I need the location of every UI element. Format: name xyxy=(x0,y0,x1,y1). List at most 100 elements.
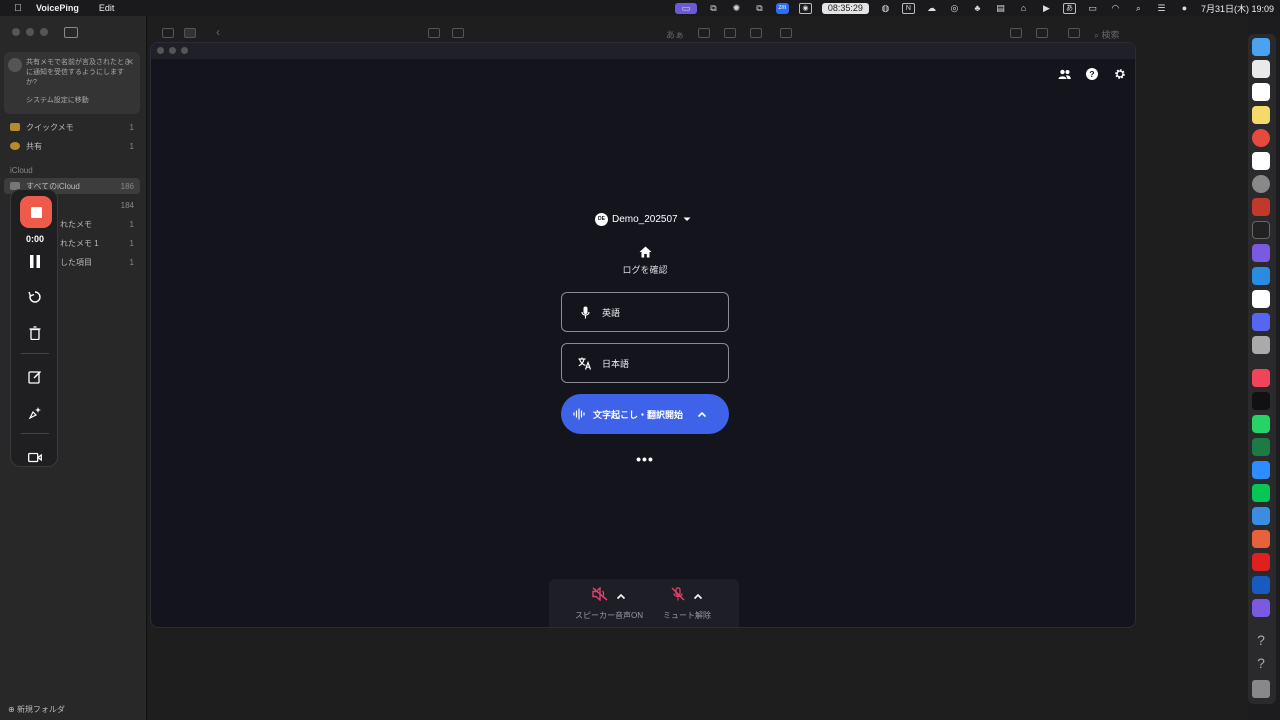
mic-options-button[interactable] xyxy=(693,589,703,603)
evernote-icon[interactable]: ♣ xyxy=(971,3,984,14)
more-options-button[interactable]: ••• xyxy=(629,451,661,467)
close-notice-icon[interactable]: ✕ xyxy=(126,56,134,69)
ai-summary-button[interactable] xyxy=(25,403,45,423)
speaker-options-button[interactable] xyxy=(616,589,626,603)
cloud-sync-icon[interactable]: ☁ xyxy=(925,3,938,14)
voiceping-dock-icon[interactable] xyxy=(1252,244,1270,262)
notes-search-field[interactable]: ⌕ 検索 xyxy=(1094,28,1120,41)
lock-icon[interactable] xyxy=(1036,28,1048,38)
session-selector[interactable]: DE Demo_202507 xyxy=(595,211,692,227)
control-center-icon[interactable]: ☰ xyxy=(1155,3,1168,14)
edit-menu[interactable]: Edit xyxy=(99,3,115,13)
edit-button[interactable] xyxy=(25,367,45,387)
delete-recording-button[interactable] xyxy=(25,323,45,343)
help-button[interactable]: ? xyxy=(1085,67,1099,81)
tag-icon[interactable]: ⌂ xyxy=(1017,3,1030,14)
capture-icon[interactable]: ◉ xyxy=(798,2,812,14)
siri-icon[interactable]: ● xyxy=(1178,3,1191,14)
cast-icon[interactable]: ⧉ xyxy=(753,3,766,14)
apple-menu-icon[interactable]:  xyxy=(8,3,28,14)
discord-icon[interactable] xyxy=(1252,313,1270,331)
start-options-toggle[interactable] xyxy=(697,411,707,418)
notion-icon[interactable]: N xyxy=(901,2,915,14)
voiceping-status-icon[interactable]: ▭ xyxy=(674,2,697,14)
settings-button[interactable] xyxy=(1113,67,1127,81)
gallery-view-icon[interactable] xyxy=(184,28,196,38)
acrobat-icon[interactable] xyxy=(1252,553,1270,571)
restart-button[interactable] xyxy=(25,287,45,307)
system-settings-icon[interactable] xyxy=(1252,175,1270,193)
claude-icon[interactable] xyxy=(1252,530,1270,548)
format-text-button[interactable]: あぁ xyxy=(666,28,684,41)
creative-cloud-icon[interactable]: ◎ xyxy=(948,3,961,14)
screen-share-icon[interactable]: ⧉ xyxy=(707,3,720,14)
unknown-app-2-icon[interactable]: ? xyxy=(1252,655,1270,673)
back-icon[interactable]: ‹ xyxy=(216,25,220,39)
target-language-button[interactable]: 日本語 xyxy=(561,343,729,383)
slack-icon[interactable] xyxy=(1252,152,1270,170)
delete-icon[interactable] xyxy=(428,28,440,38)
pause-button[interactable] xyxy=(25,251,45,271)
calendar-icon[interactable] xyxy=(1252,83,1270,101)
database-icon[interactable] xyxy=(1252,198,1270,216)
notes-app-icon[interactable] xyxy=(1252,106,1270,124)
menubar-date[interactable]: 7月31日(木) 19:09 xyxy=(1201,2,1274,15)
share-icon[interactable] xyxy=(1068,28,1080,38)
line-dock-icon[interactable] xyxy=(1252,484,1270,502)
launchpad-icon[interactable] xyxy=(1252,60,1270,78)
close-window-button[interactable] xyxy=(12,28,20,36)
input-method-icon[interactable]: あ xyxy=(1062,2,1076,14)
chrome-icon[interactable] xyxy=(1252,129,1270,147)
preview-icon[interactable] xyxy=(1252,336,1270,354)
stop-recording-button[interactable] xyxy=(20,196,52,228)
music-icon[interactable] xyxy=(1252,369,1270,387)
new-folder-button[interactable]: ⊕ 新規フォルダ xyxy=(8,704,65,715)
minimize-window-button[interactable] xyxy=(169,47,176,54)
collaborate-icon[interactable] xyxy=(1010,28,1022,38)
vscode-icon[interactable] xyxy=(1252,267,1270,285)
terminal-icon[interactable] xyxy=(1252,221,1270,239)
close-window-button[interactable] xyxy=(157,47,164,54)
word-icon[interactable] xyxy=(1252,576,1270,594)
start-transcription-button[interactable]: 文字起こし・翻訳開始 xyxy=(561,394,729,434)
capcut-icon[interactable] xyxy=(1252,392,1270,410)
zoom-dock-icon[interactable] xyxy=(1252,461,1270,479)
speaker-toggle-button[interactable] xyxy=(592,586,608,604)
zoom-window-button[interactable] xyxy=(181,47,188,54)
cloud-app-icon[interactable] xyxy=(1252,507,1270,525)
media-icon[interactable] xyxy=(780,28,792,38)
minimize-window-button[interactable] xyxy=(26,28,34,36)
zoom-window-button[interactable] xyxy=(40,28,48,36)
excel-icon[interactable] xyxy=(1252,438,1270,456)
participants-button[interactable] xyxy=(1057,67,1071,81)
timer-clock[interactable]: 08:35:29 xyxy=(821,2,869,14)
zoom-icon[interactable]: zm xyxy=(775,2,789,14)
view-log-button[interactable]: ログを確認 xyxy=(595,246,695,276)
trash-icon[interactable] xyxy=(1252,680,1270,698)
folder-shared[interactable]: 共有 1 xyxy=(4,138,140,154)
notice-settings-link[interactable]: システム設定に移動 xyxy=(26,96,89,106)
mute-toggle-button[interactable] xyxy=(671,587,685,604)
folder-quick-note[interactable]: クイックメモ 1 xyxy=(4,119,140,135)
table-icon[interactable] xyxy=(724,28,736,38)
video-button[interactable] xyxy=(25,447,45,467)
finder-icon[interactable] xyxy=(1252,38,1270,56)
clipboard-icon[interactable]: ▤ xyxy=(994,3,1007,14)
wifi-icon[interactable]: ◠ xyxy=(1109,3,1122,14)
source-language-button[interactable]: 英語 xyxy=(561,292,729,332)
checklist-icon[interactable] xyxy=(698,28,710,38)
audio-icon[interactable] xyxy=(750,28,762,38)
sidebar-toggle-icon[interactable] xyxy=(64,27,78,38)
search-icon[interactable]: ⌕ xyxy=(1132,3,1145,14)
line-icon[interactable]: ◍ xyxy=(879,3,892,14)
unknown-app-icon[interactable]: ? xyxy=(1252,632,1270,650)
brightness-icon[interactable]: ✺ xyxy=(730,3,743,14)
notion-dock-icon[interactable] xyxy=(1252,290,1270,308)
screen-share-dock-icon[interactable] xyxy=(1252,599,1270,617)
compose-icon[interactable] xyxy=(452,28,464,38)
battery-icon[interactable]: ▭ xyxy=(1086,3,1099,14)
play-icon[interactable]: ▶ xyxy=(1040,3,1053,14)
app-menu[interactable]: VoicePing xyxy=(36,3,79,13)
list-view-icon[interactable] xyxy=(162,28,174,38)
whatsapp-icon[interactable] xyxy=(1252,415,1270,433)
